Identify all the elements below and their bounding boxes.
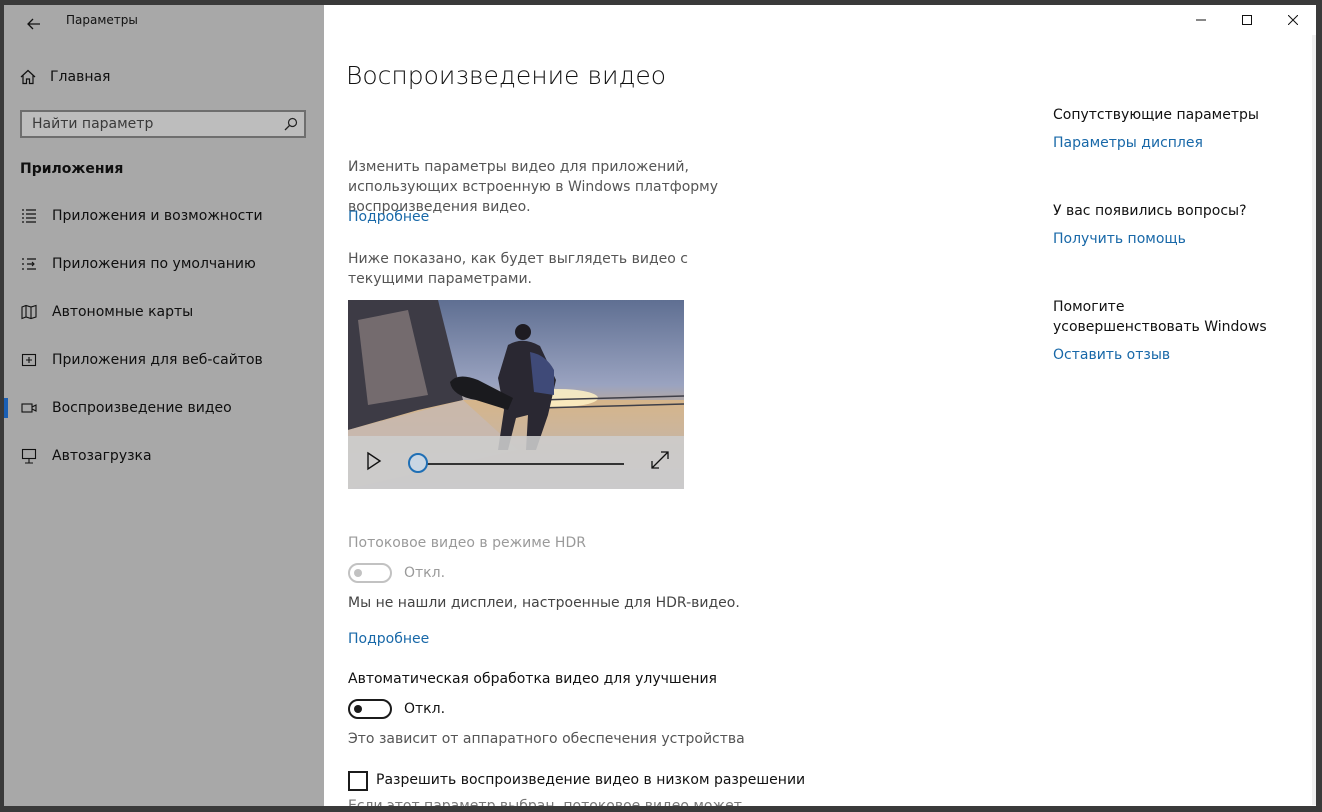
get-help-link[interactable]: Получить помощь — [1053, 231, 1186, 247]
seek-thumb[interactable] — [408, 453, 428, 473]
sidebar-item-offline-maps[interactable]: Автономные карты — [4, 292, 324, 332]
section-title: Приложения — [20, 161, 124, 177]
display-settings-link[interactable]: Параметры дисплея — [1053, 135, 1203, 151]
scrollbar[interactable] — [1312, 35, 1316, 805]
play-button[interactable] — [362, 450, 384, 472]
sidebar-item-label: Воспроизведение видео — [52, 400, 232, 416]
low-res-note: Если этот параметр выбран, потоковое вид… — [348, 798, 742, 806]
hdr-note: Мы не нашли дисплеи, настроенные для HDR… — [348, 595, 740, 611]
back-arrow-icon — [27, 18, 40, 30]
sidebar-item-label: Приложения для веб-сайтов — [52, 352, 263, 368]
sidebar-item-apps-features[interactable]: Приложения и возможности — [4, 196, 324, 236]
sidebar-item-label: Автономные карты — [52, 304, 194, 320]
search-input[interactable]: Найти параметр — [22, 116, 278, 132]
hdr-learn-more-link[interactable]: Подробнее — [348, 631, 429, 647]
sidebar-item-video-playback[interactable]: Воспроизведение видео — [4, 388, 324, 428]
give-feedback-link[interactable]: Оставить отзыв — [1053, 347, 1170, 363]
startup-icon — [20, 447, 38, 465]
preview-caption: Ниже показано, как будет выглядеть видео… — [348, 251, 688, 287]
app-title: Параметры — [66, 13, 138, 27]
video-controls — [348, 436, 684, 489]
sidebar-item-default-apps[interactable]: Приложения по умолчанию — [4, 244, 324, 284]
minimize-button[interactable] — [1178, 5, 1224, 35]
settings-window: Параметры Главная Найти параметр Приложе… — [4, 5, 1316, 806]
sidebar: Параметры Главная Найти параметр Приложе… — [4, 5, 324, 806]
apps-features-icon — [20, 207, 38, 225]
sidebar-item-home[interactable]: Главная — [20, 67, 110, 87]
hdr-toggle[interactable] — [348, 563, 392, 583]
maximize-button[interactable] — [1224, 5, 1270, 35]
page-title: Воспроизведение видео — [346, 61, 667, 90]
sidebar-item-label: Приложения и возможности — [52, 208, 263, 224]
home-icon — [20, 69, 36, 85]
auto-process-note: Это зависит от аппаратного обеспечения у… — [348, 731, 745, 747]
apps-for-websites-icon — [20, 351, 38, 369]
seek-bar[interactable] — [420, 463, 624, 465]
questions-heading: У вас появились вопросы? — [1053, 203, 1247, 219]
home-label: Главная — [50, 69, 111, 85]
close-icon — [1288, 15, 1298, 25]
sidebar-item-label: Автозагрузка — [52, 448, 152, 464]
auto-process-toggle-state: Откл. — [404, 701, 446, 717]
fullscreen-button[interactable] — [650, 450, 670, 470]
video-preview[interactable] — [348, 300, 684, 489]
auto-process-toggle[interactable] — [348, 699, 392, 719]
improve-windows-heading: Помогите усовершенствовать Windows — [1053, 299, 1267, 335]
close-button[interactable] — [1270, 5, 1316, 35]
video-playback-icon — [20, 399, 38, 417]
default-apps-icon — [20, 255, 38, 273]
low-res-label: Разрешить воспроизведение видео в низком… — [376, 772, 806, 788]
auto-process-label: Автоматическая обработка видео для улучш… — [348, 671, 717, 687]
fullscreen-icon — [651, 451, 669, 469]
learn-more-link[interactable]: Подробнее — [348, 209, 429, 225]
sidebar-item-apps-for-websites[interactable]: Приложения для веб-сайтов — [4, 340, 324, 380]
sidebar-item-label: Приложения по умолчанию — [52, 256, 256, 272]
intro-text: Изменить параметры видео для приложений,… — [348, 159, 718, 215]
low-res-checkbox[interactable] — [348, 771, 368, 791]
maximize-icon — [1242, 15, 1252, 25]
offline-maps-icon — [20, 303, 38, 321]
play-icon — [367, 451, 382, 471]
hdr-label: Потоковое видео в режиме HDR — [348, 535, 586, 551]
search-icon[interactable] — [278, 117, 304, 131]
hdr-toggle-state: Откл. — [404, 565, 446, 581]
minimize-icon — [1196, 19, 1206, 21]
sidebar-item-startup[interactable]: Автозагрузка — [4, 436, 324, 476]
search-box[interactable]: Найти параметр — [20, 110, 306, 138]
related-settings-heading: Сопутствующие параметры — [1053, 107, 1259, 123]
back-button[interactable] — [16, 9, 52, 39]
